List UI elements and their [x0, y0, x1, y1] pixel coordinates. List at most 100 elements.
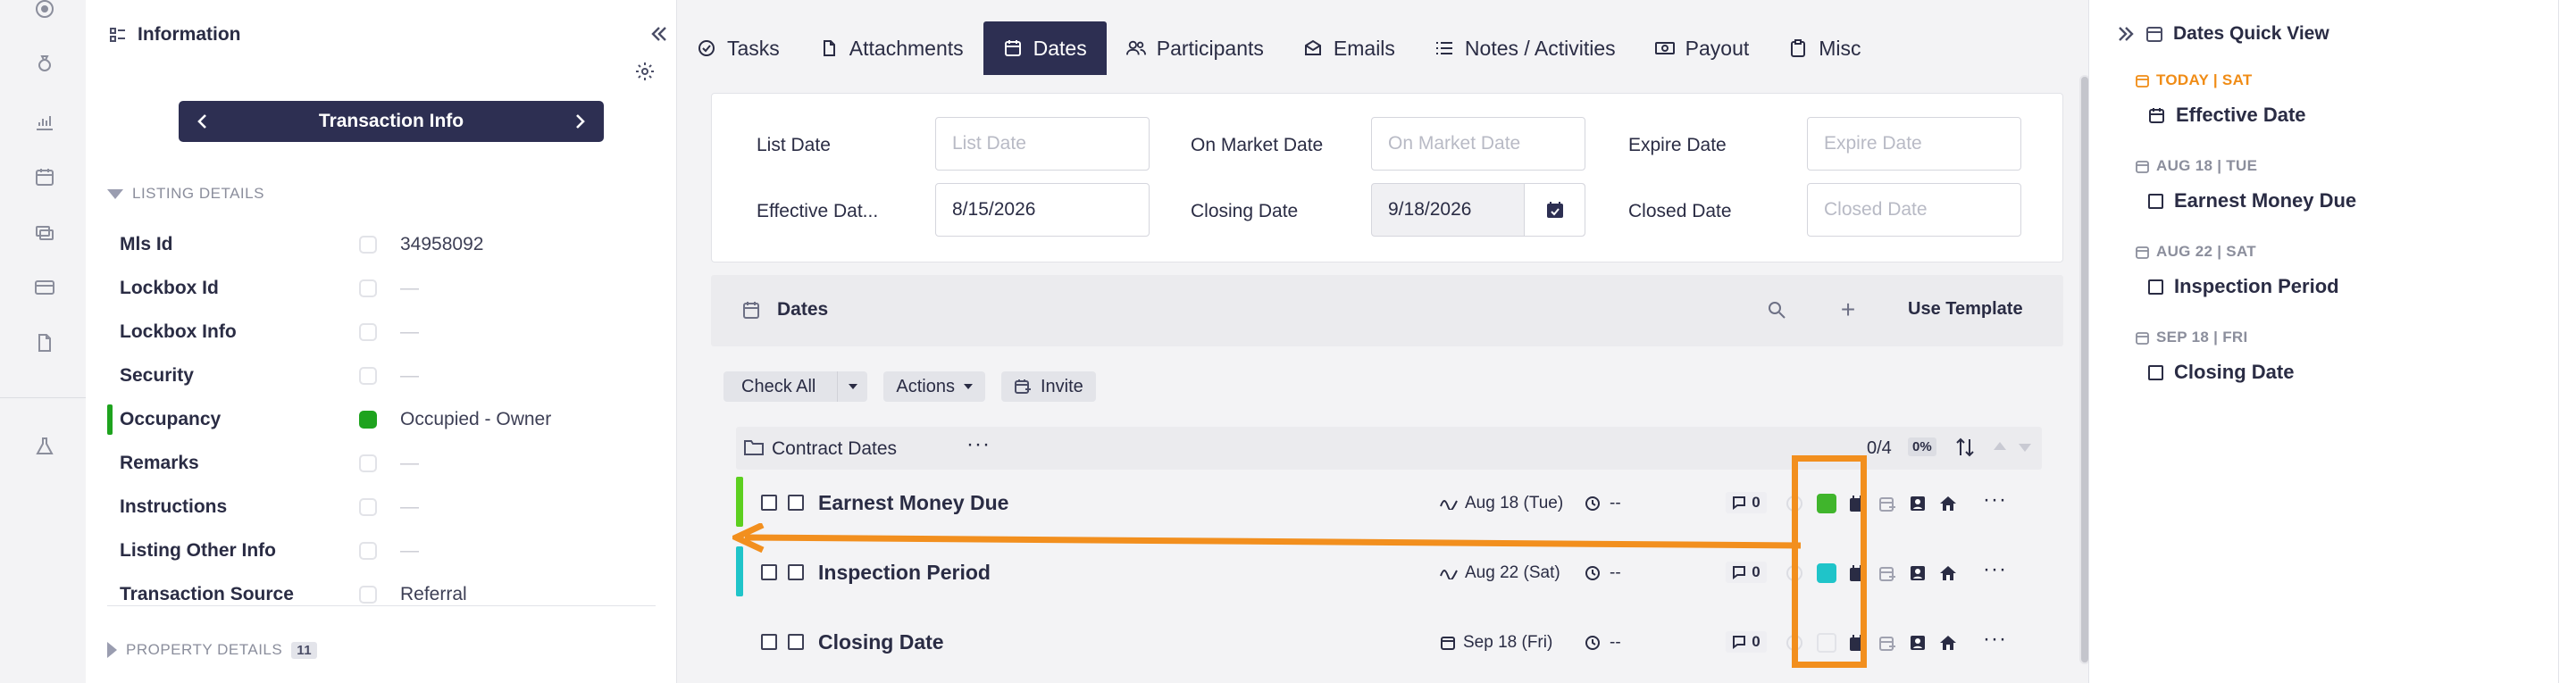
quick-view-checkbox[interactable] [2148, 279, 2163, 295]
calendar-share-icon[interactable] [1878, 493, 1897, 514]
field-value[interactable]: — [400, 321, 419, 343]
chart-icon[interactable] [34, 111, 55, 132]
field-value[interactable]: 34958092 [400, 234, 483, 255]
row-time[interactable]: -- [1585, 633, 1621, 653]
field-value[interactable]: — [400, 496, 419, 518]
actions-menu-button[interactable]: Actions [883, 371, 985, 402]
quick-view-checkbox[interactable] [2148, 364, 2163, 380]
document-icon[interactable] [34, 332, 55, 354]
tab-dates[interactable]: Dates [983, 21, 1107, 75]
field-checkbox[interactable] [359, 542, 377, 560]
field-checkbox[interactable] [359, 454, 377, 472]
check-all-label[interactable]: Check All [723, 371, 828, 402]
row-select-checkbox[interactable] [761, 634, 777, 650]
tab-attachments[interactable]: Attachments [799, 21, 983, 75]
field-checkbox[interactable] [359, 411, 377, 429]
sort-icon[interactable] [1954, 436, 1976, 459]
calendar-check-icon[interactable] [1524, 184, 1585, 236]
list-date-input[interactable]: List Date [935, 117, 1150, 171]
relative-date-icon [1440, 567, 1458, 579]
check-all-dropdown[interactable] [837, 371, 867, 402]
home-icon[interactable] [1938, 562, 1958, 584]
gear-icon[interactable] [634, 61, 656, 82]
tab-participants[interactable]: Participants [1107, 21, 1284, 75]
field-value[interactable]: — [400, 540, 419, 562]
row-complete-checkbox[interactable] [788, 495, 804, 511]
calendar-icon[interactable] [34, 166, 55, 187]
effective-date-input[interactable]: 8/15/2026 [935, 183, 1150, 237]
row-more-icon[interactable]: ··· [1983, 557, 2007, 582]
move-down-icon[interactable] [2019, 444, 2031, 452]
row-more-icon[interactable]: ··· [1983, 627, 2007, 652]
collapse-panel-icon[interactable] [648, 23, 670, 45]
comments-button[interactable]: 0 [1726, 562, 1767, 583]
field-checkbox[interactable] [359, 279, 377, 297]
comments-button[interactable]: 0 [1726, 492, 1767, 513]
home-icon[interactable] [1938, 632, 1958, 654]
expire-date-input[interactable]: Expire Date [1807, 117, 2021, 171]
move-up-icon[interactable] [1994, 442, 2006, 450]
row-select-checkbox[interactable] [761, 495, 777, 511]
add-date-icon[interactable]: + [1836, 297, 1860, 322]
field-checkbox[interactable] [359, 367, 377, 385]
calendar-share-icon[interactable] [1878, 562, 1897, 584]
row-due-date[interactable]: Aug 22 (Sat) [1440, 563, 1560, 583]
home-icon[interactable] [1938, 493, 1958, 514]
quick-view-item[interactable]: Closing Date [2148, 361, 2294, 384]
chevron-right-icon[interactable] [570, 112, 590, 131]
listing-details-toggle[interactable]: LISTING DETAILS [107, 185, 264, 203]
quick-view-item[interactable]: Inspection Period [2148, 275, 2339, 298]
row-select-checkbox[interactable] [761, 564, 777, 580]
property-details-toggle[interactable]: PROPERTY DETAILS 11 [107, 641, 318, 659]
closed-date-input[interactable]: Closed Date [1807, 183, 2021, 237]
tab-payout[interactable]: Payout [1635, 21, 1769, 75]
row-time[interactable]: -- [1585, 494, 1621, 513]
row-title[interactable]: Inspection Period [818, 561, 991, 585]
quick-view-item[interactable]: Effective Date [2148, 104, 2306, 127]
field-checkbox[interactable] [359, 236, 377, 254]
use-template-button[interactable]: Use Template [1908, 299, 2023, 320]
row-due-date[interactable]: Sep 18 (Fri) [1440, 633, 1552, 653]
money-bag-icon[interactable] [34, 54, 55, 75]
row-time[interactable]: -- [1585, 563, 1621, 583]
card-icon[interactable] [34, 277, 55, 298]
group-more-icon[interactable]: ··· [966, 432, 991, 457]
quick-view-item[interactable]: Earnest Money Due [2148, 189, 2356, 212]
contact-icon[interactable] [1908, 562, 1928, 584]
row-due-date[interactable]: Aug 18 (Tue) [1440, 494, 1563, 513]
field-checkbox[interactable] [359, 586, 377, 604]
flask-icon[interactable] [34, 436, 55, 457]
tab-emails[interactable]: Emails [1284, 21, 1415, 75]
search-icon[interactable] [1767, 300, 1788, 321]
chevron-left-icon[interactable] [193, 112, 213, 131]
field-value[interactable]: — [400, 278, 419, 299]
quick-view-checkbox[interactable] [2148, 193, 2163, 209]
contact-icon[interactable] [1908, 632, 1928, 654]
group-title[interactable]: Contract Dates [772, 438, 897, 460]
field-value[interactable]: — [400, 365, 419, 387]
row-more-icon[interactable]: ··· [1983, 487, 2007, 512]
transaction-icon[interactable] [34, 221, 55, 243]
field-checkbox[interactable] [359, 323, 377, 341]
tab-notes-activities[interactable]: Notes / Activities [1415, 21, 1635, 75]
row-title[interactable]: Closing Date [818, 630, 944, 654]
on-market-date-input[interactable]: On Market Date [1371, 117, 1585, 171]
field-checkbox[interactable] [359, 498, 377, 516]
scrollbar-thumb[interactable] [2081, 77, 2088, 662]
field-value[interactable]: Occupied - Owner [400, 409, 551, 430]
target-icon[interactable] [34, 0, 55, 21]
invite-button[interactable]: Invite [1000, 371, 1096, 402]
expand-panel-icon[interactable] [2116, 24, 2136, 44]
calendar-share-icon[interactable] [1878, 632, 1897, 654]
closing-date-input[interactable]: 9/18/2026 [1371, 183, 1585, 237]
field-value[interactable]: Referral [400, 584, 467, 605]
check-all-button[interactable]: Check All [723, 371, 868, 402]
row-complete-checkbox[interactable] [788, 634, 804, 650]
tab-tasks[interactable]: Tasks [677, 21, 799, 75]
tab-misc[interactable]: Misc [1769, 21, 1880, 75]
contact-icon[interactable] [1908, 493, 1928, 514]
field-value[interactable]: — [400, 453, 419, 474]
row-complete-checkbox[interactable] [788, 564, 804, 580]
row-title[interactable]: Earnest Money Due [818, 491, 1008, 515]
comments-button[interactable]: 0 [1726, 631, 1767, 653]
